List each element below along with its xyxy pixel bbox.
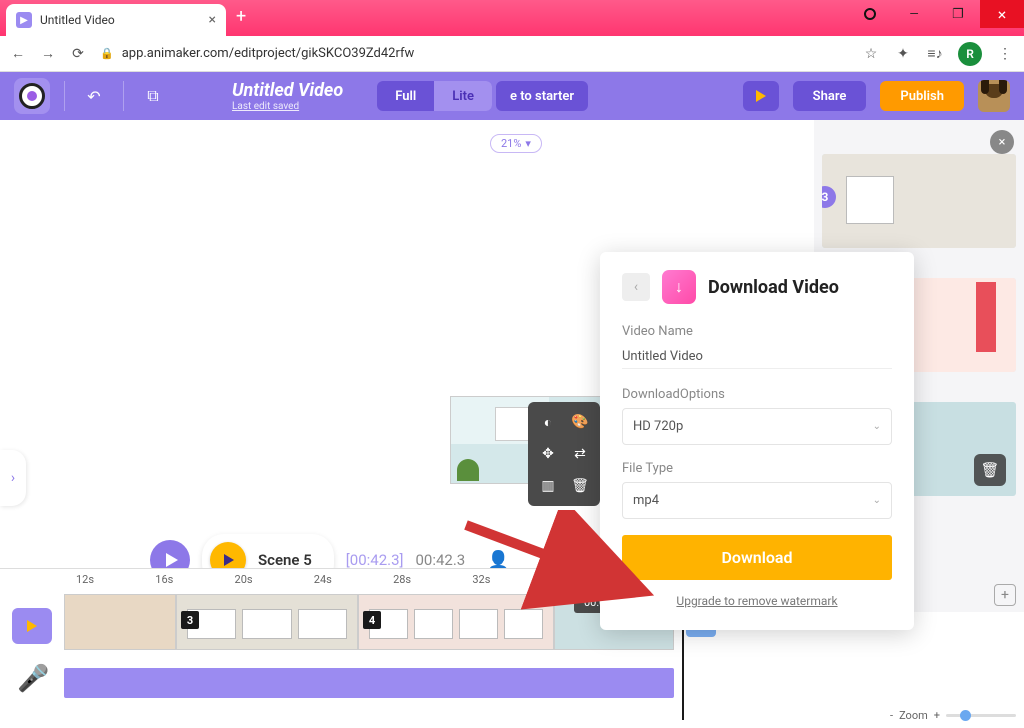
publish-button[interactable]: Publish — [880, 81, 964, 111]
chevron-down-icon: ⌄ — [873, 421, 881, 432]
add-scene-button[interactable]: + — [994, 584, 1016, 606]
scene-thumb-3[interactable]: 3 — [822, 154, 1016, 248]
close-panel-icon[interactable]: × — [990, 130, 1014, 154]
video-name-label: Video Name — [622, 324, 892, 339]
delete-icon[interactable]: 🗑 — [566, 472, 594, 500]
move-icon[interactable]: ✥ — [534, 440, 562, 468]
browser-tab[interactable]: ▶ Untitled Video × — [6, 4, 226, 36]
time-total: 00:42.3 — [416, 551, 466, 569]
mode-lite[interactable]: Lite — [434, 81, 492, 111]
window-controls: ❐ × — [848, 0, 1024, 28]
new-tab-button[interactable]: + — [236, 6, 246, 30]
video-track-icon[interactable] — [12, 608, 52, 644]
modal-title: Download Video — [708, 277, 839, 298]
video-name-input[interactable]: Untitled Video — [622, 345, 892, 369]
tab-close-icon[interactable]: × — [209, 12, 216, 28]
profile-avatar[interactable]: R — [958, 42, 982, 66]
nav-back-icon[interactable]: ← — [10, 45, 26, 62]
modal-back-button[interactable]: ‹ — [622, 273, 650, 301]
timeline-zoom[interactable]: - Zoom + — [890, 709, 1016, 722]
clip-3[interactable]: 3 — [176, 594, 358, 650]
download-modal: ‹ Download Video Video Name Untitled Vid… — [600, 252, 914, 630]
preview-play-button[interactable] — [743, 81, 779, 111]
url-field[interactable]: 🔒 app.animaker.com/editproject/gikSKCO39… — [100, 46, 848, 61]
mascot-avatar[interactable] — [978, 80, 1010, 112]
zoom-indicator[interactable]: 21%▾ — [490, 134, 542, 153]
contrast-icon[interactable]: ◐ — [534, 408, 562, 436]
work-area: 21%▾ ◐ 🎨 ✥ ⇄ ▥ 🗑 › Scene 5 [00:42.3] 00:… — [0, 120, 1024, 612]
resolution-select[interactable]: HD 720p⌄ — [622, 408, 892, 445]
lock-icon: 🔒 — [100, 47, 114, 60]
save-status: Last edit saved — [232, 101, 343, 112]
audio-track-icon[interactable]: 🎤 — [17, 664, 47, 702]
download-options-label: DownloadOptions — [622, 387, 892, 402]
app-header: ↶ ⧉ Untitled Video Last edit saved Full … — [0, 72, 1024, 120]
incognito-icon — [848, 0, 892, 28]
mode-full[interactable]: Full — [377, 81, 434, 111]
filetype-label: File Type — [622, 461, 892, 476]
nav-forward-icon[interactable]: → — [40, 45, 56, 62]
nav-reload-icon[interactable]: ⟳ — [70, 46, 86, 62]
track-headers: 🎤 — [0, 590, 64, 720]
star-icon[interactable]: ☆ — [862, 46, 880, 62]
audio-track[interactable] — [64, 668, 674, 698]
extensions-icon[interactable]: ✦ — [894, 46, 912, 62]
zoom-slider[interactable] — [946, 714, 1016, 717]
mode-toggle[interactable]: Full Lite — [377, 81, 492, 111]
copy-icon[interactable]: ⧉ — [138, 81, 168, 111]
window-maximize[interactable]: ❐ — [936, 0, 980, 28]
share-button[interactable]: Share — [793, 81, 867, 111]
upgrade-button[interactable]: e to starter — [496, 81, 588, 111]
delete-scene-icon[interactable]: 🗑 — [974, 454, 1006, 486]
tab-title: Untitled Video — [40, 13, 115, 27]
project-title: Untitled Video — [232, 80, 343, 101]
flip-icon[interactable]: ▥ — [534, 472, 562, 500]
time-elapsed: [00:42.3] — [346, 551, 404, 569]
filetype-select[interactable]: mp4⌄ — [622, 482, 892, 519]
playlist-icon[interactable]: ≡♪ — [926, 45, 944, 62]
palette-icon[interactable]: 🎨 — [566, 408, 594, 436]
remove-watermark-link[interactable]: Upgrade to remove watermark — [622, 594, 892, 608]
clip-2[interactable] — [64, 594, 176, 650]
download-button[interactable]: Download — [622, 535, 892, 580]
tab-favicon: ▶ — [16, 12, 32, 28]
download-icon — [662, 270, 696, 304]
chevron-down-icon: ⌄ — [873, 495, 881, 506]
app-logo[interactable] — [14, 78, 50, 114]
undo-icon[interactable]: ↶ — [79, 81, 109, 111]
browser-address-bar: ← → ⟳ 🔒 app.animaker.com/editproject/gik… — [0, 36, 1024, 72]
chevron-down-icon: ▾ — [525, 137, 531, 150]
menu-dots-icon[interactable]: ⋮ — [996, 46, 1014, 62]
window-close[interactable]: × — [980, 0, 1024, 28]
scene-label: Scene 5 — [258, 551, 312, 569]
swap-icon[interactable]: ⇄ — [566, 440, 594, 468]
browser-titlebar: ▶ Untitled Video × + ❐ × — [0, 0, 1024, 36]
clip-4[interactable]: 4 — [358, 594, 554, 650]
url-text: app.animaker.com/editproject/gikSKCO39Zd… — [122, 46, 415, 61]
window-minimize[interactable] — [892, 0, 936, 28]
expand-handle[interactable]: › — [0, 450, 26, 506]
element-toolbar: ◐ 🎨 ✥ ⇄ ▥ 🗑 — [528, 402, 600, 506]
project-title-block[interactable]: Untitled Video Last edit saved — [232, 80, 343, 112]
